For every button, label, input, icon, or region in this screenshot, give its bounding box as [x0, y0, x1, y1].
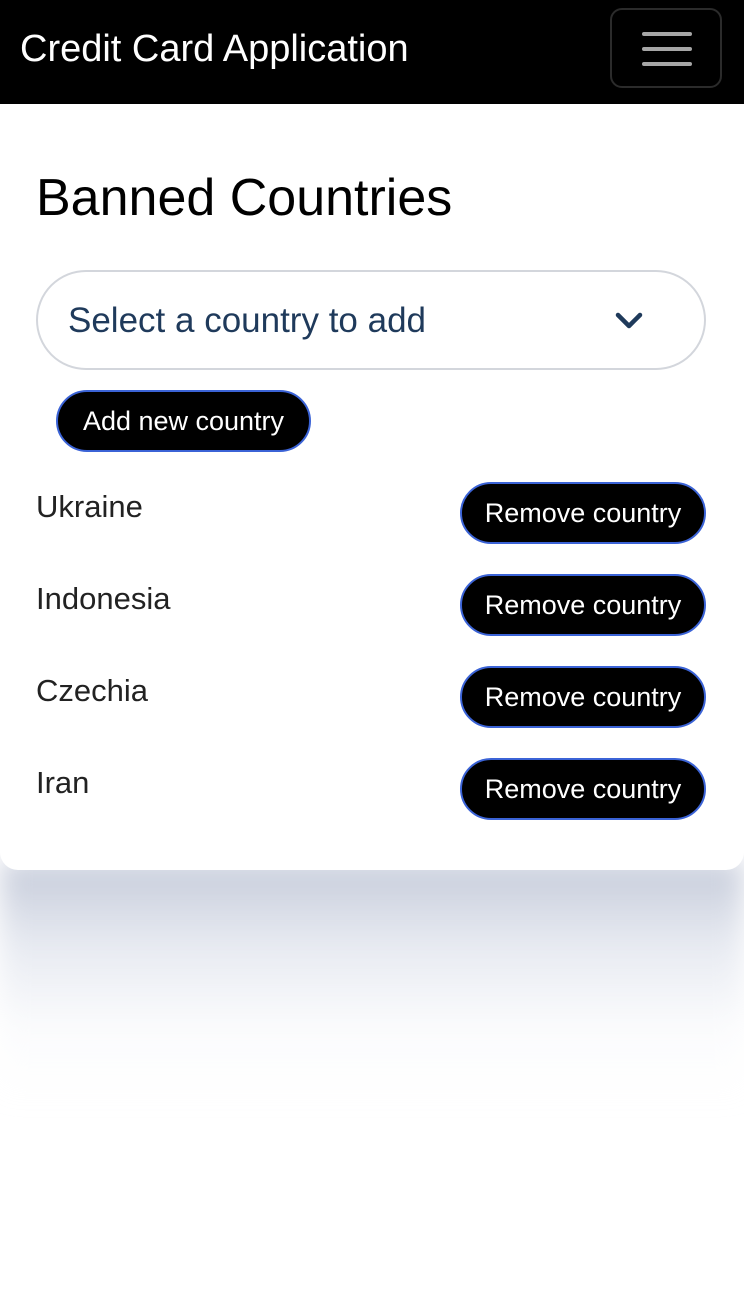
country-select[interactable]: Select a country to add [36, 270, 706, 370]
remove-country-button[interactable]: Remove country [460, 482, 706, 544]
menu-toggle-button[interactable] [610, 8, 722, 88]
list-item: Indonesia Remove country [0, 574, 744, 644]
card-shadow [0, 860, 744, 1100]
navbar: Credit Card Application [0, 0, 744, 104]
country-name: Czechia [36, 673, 148, 708]
list-item: Ukraine Remove country [0, 482, 744, 552]
country-name: Iran [36, 765, 90, 800]
remove-country-button[interactable]: Remove country [460, 666, 706, 728]
remove-country-button[interactable]: Remove country [460, 758, 706, 820]
page-title: Banned Countries [36, 169, 453, 227]
list-item: Iran Remove country [0, 758, 744, 828]
remove-country-button[interactable]: Remove country [460, 574, 706, 636]
add-country-button[interactable]: Add new country [56, 390, 311, 452]
country-name: Indonesia [36, 581, 171, 616]
country-name: Ukraine [36, 489, 143, 524]
list-item: Czechia Remove country [0, 666, 744, 736]
chevron-down-icon [615, 312, 643, 329]
brand-title[interactable]: Credit Card Application [20, 26, 409, 72]
banned-countries-card: Banned Countries Select a country to add… [0, 104, 744, 870]
country-select-value: Select a country to add [68, 301, 426, 340]
